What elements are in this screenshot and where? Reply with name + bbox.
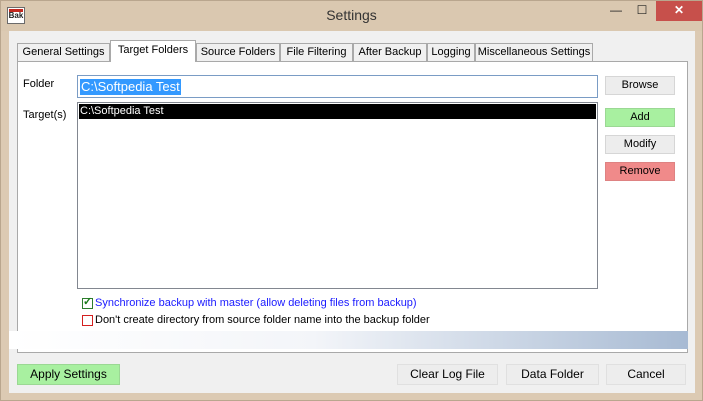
cancel-button[interactable]: Cancel bbox=[606, 364, 686, 385]
tab-target-folders[interactable]: Target Folders bbox=[110, 40, 196, 62]
folder-input-value: C:\Softpedia Test bbox=[80, 79, 181, 95]
title-bar[interactable]: Bak Settings — ☐ ✕ bbox=[1, 1, 702, 31]
tab-after-backup[interactable]: After Backup bbox=[353, 43, 427, 61]
browse-button[interactable]: Browse bbox=[605, 76, 675, 95]
clear-log-file-button[interactable]: Clear Log File bbox=[397, 364, 498, 385]
window-title: Settings bbox=[326, 7, 377, 23]
no-source-dir-option-label: Don't create directory from source folde… bbox=[95, 314, 430, 326]
tab-source-folders[interactable]: Source Folders bbox=[196, 43, 280, 61]
tab-miscellaneous-settings[interactable]: Miscellaneous Settings bbox=[475, 43, 593, 61]
progress-gradient-bar bbox=[9, 331, 688, 349]
data-folder-button[interactable]: Data Folder bbox=[506, 364, 599, 385]
sync-checkbox[interactable] bbox=[82, 296, 93, 309]
add-button[interactable]: Add bbox=[605, 108, 675, 127]
client-area: General Settings Target Folders Source F… bbox=[9, 31, 695, 393]
apply-settings-button[interactable]: Apply Settings bbox=[17, 364, 120, 385]
targets-list[interactable]: C:\Softpedia Test bbox=[77, 102, 598, 289]
no-source-dir-checkbox[interactable] bbox=[82, 315, 93, 326]
modify-button[interactable]: Modify bbox=[605, 135, 675, 154]
folder-label: Folder bbox=[23, 78, 55, 90]
close-icon[interactable]: ✕ bbox=[656, 1, 702, 21]
tab-general-settings[interactable]: General Settings bbox=[17, 43, 110, 61]
tab-file-filtering[interactable]: File Filtering bbox=[280, 43, 353, 61]
sync-option-label: Synchronize backup with master (allow de… bbox=[95, 297, 417, 309]
folder-input[interactable]: C:\Softpedia Test bbox=[77, 75, 598, 98]
tab-logging[interactable]: Logging bbox=[427, 43, 475, 61]
remove-button[interactable]: Remove bbox=[605, 162, 675, 181]
maximize-icon[interactable]: ☐ bbox=[629, 1, 655, 21]
settings-window: Bak Settings — ☐ ✕ General Settings Targ… bbox=[0, 0, 703, 401]
targets-label: Target(s) bbox=[23, 109, 67, 121]
minimize-icon[interactable]: — bbox=[603, 1, 629, 21]
list-item[interactable]: C:\Softpedia Test bbox=[79, 104, 596, 119]
target-folders-panel: Folder Target(s) C:\Softpedia Test C:\So… bbox=[17, 61, 688, 353]
